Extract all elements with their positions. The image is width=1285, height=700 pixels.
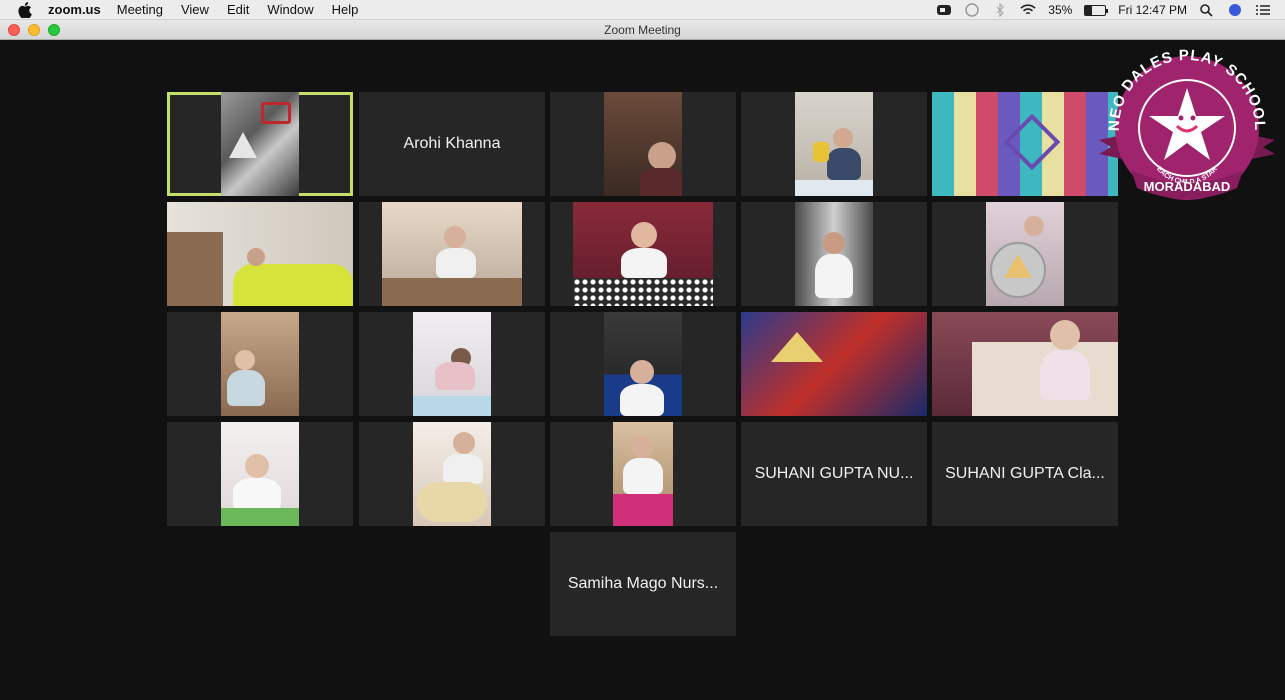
participant-name: Samiha Mago Nurs... — [567, 575, 719, 592]
participant-video — [795, 202, 873, 306]
participant-video — [413, 422, 491, 526]
participant-tile[interactable] — [932, 202, 1118, 306]
zoom-camera-icon[interactable] — [936, 3, 952, 17]
close-window-button[interactable] — [8, 23, 20, 36]
participant-video — [932, 92, 1118, 196]
menu-help[interactable]: Help — [332, 2, 359, 17]
logo-city: MORADABAD — [1144, 179, 1231, 194]
participant-tile-active-speaker[interactable] — [167, 92, 353, 196]
menu-bar: zoom.us Meeting View Edit Window Help 35… — [0, 0, 1285, 20]
battery-percent: 35% — [1048, 3, 1073, 17]
participant-video — [167, 202, 353, 306]
participant-video — [795, 92, 873, 196]
participant-video — [221, 92, 299, 196]
gallery-view: Arohi Khanna SUHANI GUPTA NU... SUHANI G… — [0, 40, 1285, 700]
menu-view[interactable]: View — [181, 2, 209, 17]
participant-tile[interactable] — [741, 202, 927, 306]
participant-name: SUHANI GUPTA NU... — [754, 465, 914, 482]
participant-tile[interactable] — [932, 92, 1118, 196]
participant-video — [741, 312, 927, 416]
participant-video — [986, 202, 1064, 306]
school-logo: NEO DALES PLAY SCHOOL EACH CHILD A STAR … — [1099, 48, 1275, 200]
app-menu[interactable]: zoom.us — [48, 2, 101, 17]
search-icon[interactable] — [1199, 3, 1215, 17]
minimize-window-button[interactable] — [28, 23, 40, 36]
participant-tile[interactable] — [359, 202, 545, 306]
participant-tile[interactable] — [550, 422, 736, 526]
participant-tile[interactable] — [167, 312, 353, 416]
participant-tile[interactable] — [359, 312, 545, 416]
dnd-moon-icon[interactable] — [964, 3, 980, 17]
menu-window[interactable]: Window — [267, 2, 313, 17]
participant-tile[interactable] — [550, 202, 736, 306]
participant-tile[interactable] — [932, 312, 1118, 416]
participant-tile[interactable]: SUHANI GUPTA Cla... — [932, 422, 1118, 526]
participant-tile[interactable] — [741, 312, 927, 416]
participant-tile[interactable]: SUHANI GUPTA NU... — [741, 422, 927, 526]
participant-video — [604, 92, 682, 196]
menu-meeting[interactable]: Meeting — [117, 2, 163, 17]
clock[interactable]: Fri 12:47 PM — [1118, 3, 1187, 17]
participant-tile[interactable] — [741, 92, 927, 196]
battery-fill — [1085, 5, 1093, 15]
menu-edit[interactable]: Edit — [227, 2, 249, 17]
participant-video — [573, 202, 713, 306]
participant-video — [221, 312, 299, 416]
window-titlebar: Zoom Meeting — [0, 20, 1285, 40]
bluetooth-icon[interactable] — [992, 3, 1008, 17]
participant-video — [382, 202, 522, 306]
apple-icon[interactable] — [18, 1, 32, 18]
participant-video — [221, 422, 299, 526]
notification-center-icon[interactable] — [1255, 3, 1271, 17]
participant-tile[interactable] — [359, 422, 545, 526]
battery-icon[interactable] — [1084, 4, 1109, 16]
participant-tile[interactable] — [167, 202, 353, 306]
status-area: 35% Fri 12:47 PM — [924, 0, 1271, 20]
siri-icon[interactable] — [1227, 3, 1243, 17]
participant-video — [413, 312, 491, 416]
participant-tile[interactable]: Arohi Khanna — [359, 92, 545, 196]
participant-video — [604, 312, 682, 416]
participant-name: Arohi Khanna — [403, 135, 501, 152]
participant-tile[interactable] — [550, 312, 736, 416]
participant-tile[interactable] — [550, 92, 736, 196]
participant-tile[interactable]: Samiha Mago Nurs... — [550, 532, 736, 636]
participant-name: SUHANI GUPTA Cla... — [945, 465, 1105, 482]
participant-video — [932, 312, 1118, 416]
window-title: Zoom Meeting — [604, 22, 681, 37]
participant-tile[interactable] — [167, 422, 353, 526]
fullscreen-window-button[interactable] — [48, 23, 60, 36]
participant-video — [613, 422, 673, 526]
wifi-icon[interactable] — [1020, 3, 1036, 17]
